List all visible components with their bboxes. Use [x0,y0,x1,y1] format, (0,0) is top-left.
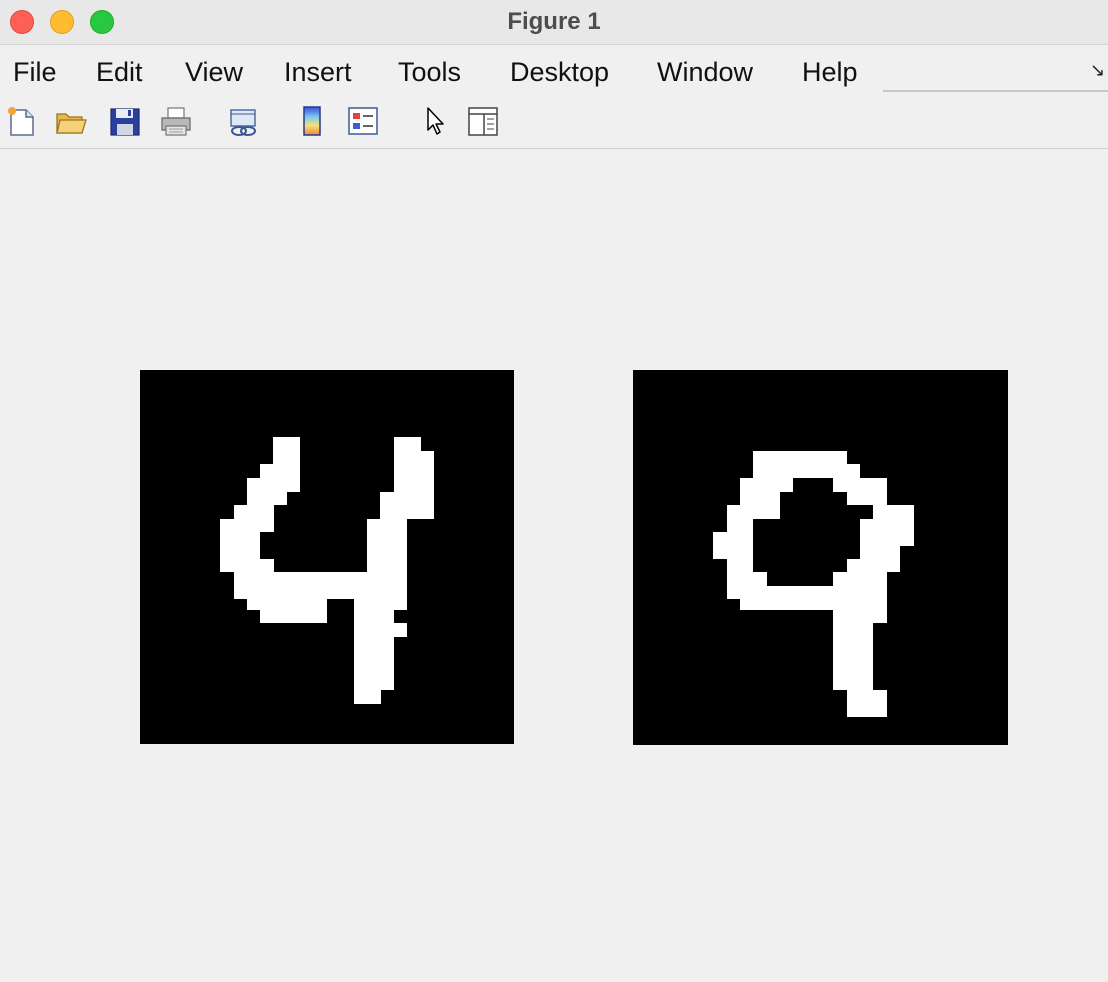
menu-window[interactable]: Window [657,50,753,94]
link-plot-icon[interactable] [226,104,260,138]
menu-desktop[interactable]: Desktop [510,50,609,94]
close-window-button[interactable] [10,10,34,34]
figure-canvas [0,150,1108,982]
maximize-window-button[interactable] [90,10,114,34]
figure-toolbar [0,96,1108,149]
dock-arrow-icon[interactable]: ↘ [1090,60,1105,81]
menu-bar: File Edit View Insert Tools Desktop Wind… [0,50,1108,94]
save-icon[interactable] [108,104,142,138]
new-figure-icon[interactable] [4,104,38,138]
edit-plot-pointer-icon[interactable] [420,104,454,138]
menu-view[interactable]: View [185,50,243,94]
menu-separator [883,90,1108,92]
menu-insert[interactable]: Insert [284,50,352,94]
menu-tools[interactable]: Tools [398,50,461,94]
image-axes-2[interactable] [633,370,1008,745]
open-file-icon[interactable] [54,104,88,138]
minimize-window-button[interactable] [50,10,74,34]
image-axes-1[interactable] [140,370,514,744]
menu-edit[interactable]: Edit [96,50,143,94]
menu-file[interactable]: File [13,50,57,94]
print-icon[interactable] [159,104,193,138]
menu-help[interactable]: Help [802,50,858,94]
digit-image-4 [220,437,434,704]
window-title: Figure 1 [507,8,601,35]
digit-image-9 [713,451,914,717]
title-bar: Figure 1 [0,0,1108,45]
property-inspector-icon[interactable] [466,104,500,138]
legend-icon[interactable] [346,104,380,138]
colorbar-icon[interactable] [296,104,330,138]
